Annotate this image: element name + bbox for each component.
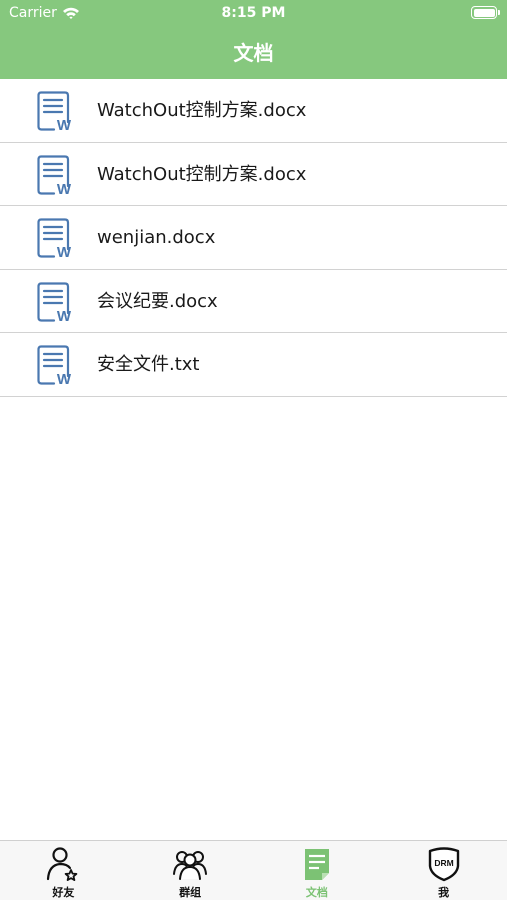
page-title: 文档	[233, 41, 274, 65]
document-name: 会议纪要.docx	[97, 290, 218, 312]
word-document-icon: W	[37, 91, 72, 131]
tab-label: 好友	[52, 886, 75, 899]
svg-text:W: W	[57, 181, 72, 195]
svg-text:DRM: DRM	[434, 858, 453, 868]
battery-icon	[471, 6, 500, 19]
tab-label: 我	[438, 886, 450, 899]
status-time: 8:15 PM	[221, 5, 286, 21]
word-document-icon: W	[37, 345, 72, 385]
document-row[interactable]: W WatchOut控制方案.docx	[0, 79, 507, 143]
document-row[interactable]: W wenjian.docx	[0, 206, 507, 270]
status-bar: Carrier 8:15 PM	[0, 0, 507, 28]
svg-text:W: W	[57, 117, 72, 131]
tab-label: 群组	[179, 886, 202, 899]
tab-me[interactable]: DRM 我	[380, 841, 507, 900]
friend-star-icon	[47, 847, 78, 881]
word-document-icon: W	[37, 218, 72, 258]
tab-groups[interactable]: 群组	[127, 841, 254, 900]
document-icon	[304, 849, 329, 880]
navigation-header: Carrier 8:15 PM 文档	[0, 0, 507, 79]
tab-friends[interactable]: 好友	[0, 841, 127, 900]
svg-text:W: W	[57, 371, 72, 385]
document-row[interactable]: W 安全文件.txt	[0, 333, 507, 397]
tab-documents[interactable]: 文档	[254, 841, 381, 900]
group-icon	[173, 851, 208, 880]
document-name: 安全文件.txt	[97, 354, 200, 375]
svg-text:W: W	[57, 244, 72, 258]
word-document-icon: W	[37, 281, 72, 322]
tab-bar: 好友 群组 文档 DRM 我	[0, 840, 507, 900]
document-row[interactable]: W WatchOut控制方案.docx	[0, 142, 507, 206]
document-name: WatchOut控制方案.docx	[97, 163, 307, 185]
document-row[interactable]: W 会议纪要.docx	[0, 269, 507, 333]
word-document-icon: W	[37, 154, 72, 195]
document-name: WatchOut控制方案.docx	[97, 100, 307, 121]
drm-shield-icon: DRM	[428, 847, 459, 882]
document-name: wenjian.docx	[97, 227, 216, 248]
document-list: W WatchOut控制方案.docx W WatchOut控制方案.docx …	[0, 79, 507, 397]
svg-text:W: W	[57, 308, 72, 322]
tab-label: 文档	[305, 886, 328, 899]
